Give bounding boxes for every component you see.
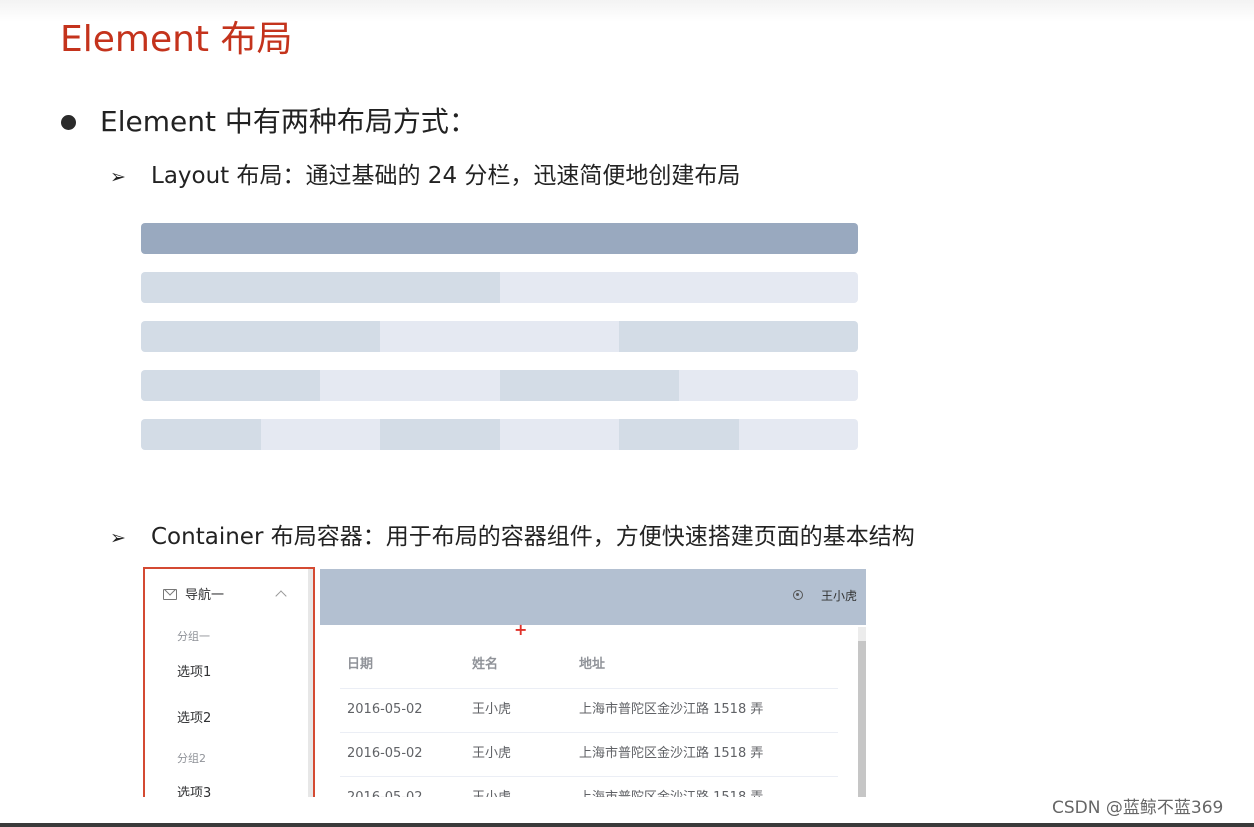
container-item-text: Container 布局容器：用于布局的容器组件，方便快速搭建页面的基本结构 (151, 524, 915, 550)
slide-title: Element 布局 (60, 19, 293, 60)
grid-col-light (320, 370, 500, 401)
table-cell-date: 2016-05-02 (347, 746, 423, 761)
table-cell-address: 上海市普陀区金沙江路 1518 弄 (579, 789, 763, 797)
grid-row (141, 223, 858, 254)
window-bottom-strip (0, 823, 1254, 827)
table-cell-date: 2016-05-02 (347, 702, 423, 717)
container-demo: 导航一 分组一 选项1 选项2 分组2 选项3 王小虎 日期 姓名 地址 201… (143, 567, 867, 797)
grid-row (141, 272, 858, 303)
table-cell-name: 王小虎 (472, 789, 511, 797)
grid-col-mid (499, 370, 679, 401)
main-area: 王小虎 日期 姓名 地址 2016-05-02 王小虎 上海市普陀区金沙江路 1… (320, 569, 866, 797)
gear-icon[interactable] (793, 590, 803, 600)
layout-grid-demo (141, 223, 858, 451)
bullet-dot (61, 115, 76, 130)
grid-col-light (499, 272, 858, 303)
layout-item-text: Layout 布局：通过基础的 24 分栏，迅速简便地创建布局 (151, 163, 741, 189)
grid-col-mid (141, 419, 261, 450)
header-bar: 王小虎 (320, 569, 866, 625)
header-user-name[interactable]: 王小虎 (821, 587, 857, 605)
grid-col-dark (141, 223, 858, 254)
scrollbar-top-arrow[interactable] (858, 627, 866, 641)
table-cell-date: 2016-05-02 (347, 789, 423, 797)
table-header-date: 日期 (347, 657, 374, 672)
grid-col-mid (380, 419, 500, 450)
grid-col-mid (141, 321, 380, 352)
grid-col-light (499, 419, 619, 450)
grid-col-light (738, 419, 858, 450)
table-cell-address: 上海市普陀区金沙江路 1518 弄 (579, 746, 764, 761)
bullet-text: Element 中有两种布局方式： (100, 105, 477, 138)
table-cell-name: 王小虎 (472, 746, 512, 761)
watermark: CSDN @蓝鲸不蓝369 (1052, 798, 1224, 818)
grid-col-mid (619, 321, 858, 352)
grid-row (141, 419, 858, 450)
arrow-bullet-icon: ➢ (110, 527, 126, 549)
table-header-name: 姓名 (472, 657, 499, 672)
table-divider (340, 688, 838, 689)
aside-highlight-frame (143, 567, 315, 797)
table-cell-name: 王小虎 (472, 702, 512, 717)
table-divider (340, 776, 838, 777)
grid-col-mid (141, 272, 500, 303)
grid-row (141, 370, 858, 401)
crosshair-cursor-icon: + (514, 620, 528, 639)
grid-col-light (678, 370, 858, 401)
grid-col-mid (141, 370, 321, 401)
grid-col-light (260, 419, 380, 450)
grid-col-mid (619, 419, 739, 450)
arrow-bullet-icon: ➢ (110, 166, 126, 188)
main-scrollbar[interactable] (858, 627, 866, 797)
grid-col-light (380, 321, 619, 352)
table-cell-address: 上海市普陀区金沙江路 1518 弄 (579, 702, 764, 717)
table-header-address: 地址 (579, 657, 606, 672)
table-divider (340, 732, 838, 733)
grid-row (141, 321, 858, 352)
